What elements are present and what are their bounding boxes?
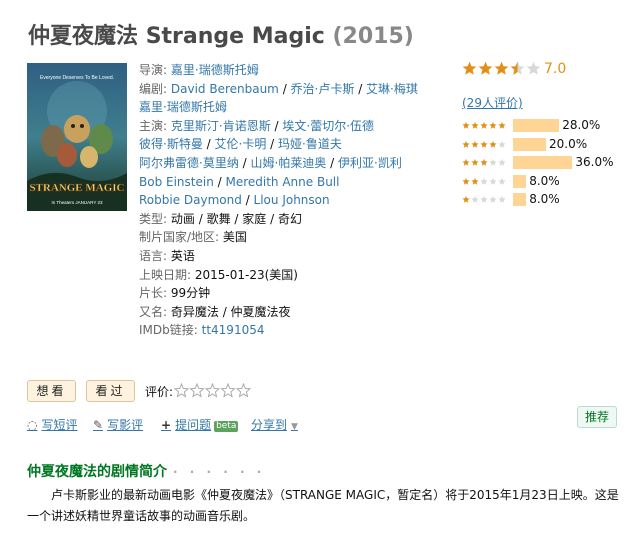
writer-link[interactable]: David Berenbaum bbox=[171, 82, 279, 96]
small-stars-icon bbox=[462, 140, 506, 148]
ask-question-link[interactable]: + 提问题 beta bbox=[161, 416, 239, 433]
rating-bar bbox=[513, 193, 527, 206]
want-to-see-button[interactable]: 想看 bbox=[27, 380, 76, 402]
rating-score: 7.0 bbox=[544, 61, 567, 77]
poster-release-note: In Theaters JANUARY 23 bbox=[51, 200, 103, 205]
movie-poster[interactable]: Everyone Deserves To Be Loved. STRANGE M… bbox=[27, 63, 127, 211]
cast-link[interactable]: Bob Einstein bbox=[139, 175, 214, 189]
summary-text: 卢卡斯影业的最新动画电影《仲夏夜魔法》（STRANGE MAGIC，暂定名）将于… bbox=[27, 488, 619, 523]
rate-star-icon[interactable] bbox=[190, 383, 204, 397]
info-aka: 又名: 奇异魔法 / 仲夏魔法夜 bbox=[139, 304, 291, 319]
cast-link[interactable]: 阿尔弗雷德·莫里纳 bbox=[139, 156, 239, 170]
movie-info: 导演: 嘉里·瑞德斯托姆 编剧: David Berenbaum / 乔治·卢卡… bbox=[139, 61, 418, 340]
info-release: 上映日期: 2015-01-23(美国) bbox=[139, 267, 298, 282]
rate-star-icon[interactable] bbox=[236, 383, 251, 397]
comment-icon: ◌ bbox=[27, 418, 38, 432]
cast-link[interactable]: 克里斯汀·肯诺恩斯 bbox=[171, 119, 271, 133]
info-cast-cont: 彼得·斯特曼 / 艾伦·卡明 / 玛娅·鲁道夫 bbox=[139, 137, 342, 152]
poster-logo: STRANGE MAGIC bbox=[29, 182, 124, 194]
title-en: Strange Magic bbox=[145, 24, 325, 49]
small-stars-icon bbox=[462, 158, 506, 166]
cast-link[interactable]: Llou Johnson bbox=[254, 193, 330, 207]
info-cast-cont: Robbie Daymond / Llou Johnson bbox=[139, 193, 330, 208]
rate-stars-input[interactable] bbox=[174, 383, 252, 399]
rating-percent: 8.0% bbox=[529, 173, 560, 188]
rating-row-5-star: 28.0% bbox=[462, 118, 632, 132]
poster-image: Everyone Deserves To Be Loved. STRANGE M… bbox=[27, 63, 127, 211]
tool-bar: ◌ 写短评 ✎ 写影评 + 提问题 beta 分享到 ▼ bbox=[27, 416, 617, 434]
info-cast: 主演: 克里斯汀·肯诺恩斯 / 埃文·蕾切尔·伍德 bbox=[139, 118, 375, 133]
rating-bar bbox=[513, 156, 573, 169]
cast-link[interactable]: 埃文·蕾切尔·伍德 bbox=[282, 119, 374, 133]
info-writer-cont: 嘉里·瑞德斯托姆 bbox=[139, 98, 389, 117]
info-language: 语言: 英语 bbox=[139, 248, 195, 263]
write-short-review-link[interactable]: ◌ 写短评 bbox=[27, 416, 78, 433]
rating-bar bbox=[513, 174, 527, 188]
rating-bar bbox=[513, 119, 560, 132]
imdb-link[interactable]: tt4191054 bbox=[202, 323, 265, 337]
pencil-icon: ✎ bbox=[93, 418, 104, 432]
seen-button[interactable]: 看过 bbox=[86, 380, 135, 402]
share-dropdown[interactable]: 分享到 ▼ bbox=[251, 416, 298, 433]
info-imdb: IMDb链接: tt4191054 bbox=[139, 323, 265, 338]
small-stars-icon bbox=[462, 177, 506, 185]
recommend-button[interactable]: 推荐 bbox=[577, 406, 617, 428]
rating-row-3-star: 36.0% bbox=[462, 155, 632, 169]
rating-percent: 36.0% bbox=[575, 155, 614, 169]
info-cast-cont: Bob Einstein / Meredith Anne Bull bbox=[139, 174, 340, 189]
rating-row-4-star: 20.0% bbox=[462, 136, 632, 151]
info-genre: 类型: 动画 / 歌舞 / 家庭 / 奇幻 bbox=[139, 211, 302, 226]
rate-star-icon[interactable] bbox=[205, 383, 220, 397]
heading-dots: · · · · · · bbox=[173, 465, 266, 479]
small-stars-icon bbox=[462, 195, 506, 203]
rate-star-icon[interactable] bbox=[174, 383, 189, 397]
cast-link[interactable]: 彼得·斯特曼 bbox=[139, 137, 203, 151]
cast-link[interactable]: 玛娅·鲁道夫 bbox=[278, 137, 342, 151]
title-year: (2015) bbox=[332, 24, 414, 49]
info-country: 制片国家/地区: 美国 bbox=[139, 230, 247, 245]
title-cn: 仲夏夜魔法 bbox=[28, 24, 139, 49]
rating-row-1-star: 8.0% bbox=[462, 192, 632, 206]
writer-link[interactable]: 乔治·卢卡斯 bbox=[291, 82, 355, 96]
summary-heading: 仲夏夜魔法的剧情简介 · · · · · · bbox=[27, 464, 266, 480]
cast-link[interactable]: 艾伦·卡明 bbox=[215, 137, 267, 151]
write-review-link[interactable]: ✎ 写影评 bbox=[93, 416, 143, 433]
rate-star-icon[interactable] bbox=[221, 383, 235, 397]
plus-icon: + bbox=[161, 418, 172, 432]
info-writer: 编剧: David Berenbaum / 乔治·卢卡斯 / 艾琳·梅琪 bbox=[139, 81, 418, 96]
rating-percent: 20.0% bbox=[549, 136, 588, 151]
info-cast-cont: 阿尔弗雷德·莫里纳 / 山姆·帕莱迪奥 / 伊利亚·凯利 bbox=[139, 155, 402, 170]
rating-votes-link[interactable]: (29人评价) bbox=[462, 94, 523, 111]
writer-link[interactable]: 艾琳·梅琪 bbox=[366, 82, 418, 96]
info-director: 导演: 嘉里·瑞德斯托姆 bbox=[139, 63, 259, 77]
rating-percent: 8.0% bbox=[529, 192, 560, 206]
rating-percent: 28.0% bbox=[562, 118, 601, 132]
cast-link[interactable]: 伊利亚·凯利 bbox=[338, 156, 402, 170]
cast-link[interactable]: Robbie Daymond bbox=[139, 193, 242, 207]
page-title: 仲夏夜魔法 Strange Magic (2015) bbox=[28, 18, 414, 50]
cast-link[interactable]: Meredith Anne Bull bbox=[225, 175, 339, 189]
small-stars-icon bbox=[462, 121, 506, 129]
cast-link[interactable]: 山姆·帕莱迪奥 bbox=[251, 156, 327, 170]
rating-bar bbox=[513, 137, 546, 151]
rating-row-2-star: 8.0% bbox=[462, 173, 632, 188]
rate-label: 评价: bbox=[145, 385, 174, 399]
director-link[interactable]: 嘉里·瑞德斯托姆 bbox=[171, 63, 259, 77]
rating-stars-icon bbox=[462, 61, 541, 75]
info-runtime: 片长: 99分钟 bbox=[139, 286, 211, 301]
poster-tagline: Everyone Deserves To Be Loved. bbox=[40, 75, 114, 81]
writer-link[interactable]: 嘉里·瑞德斯托姆 bbox=[139, 100, 227, 114]
beta-badge: beta bbox=[214, 421, 239, 432]
chevron-down-icon: ▼ bbox=[291, 422, 298, 432]
